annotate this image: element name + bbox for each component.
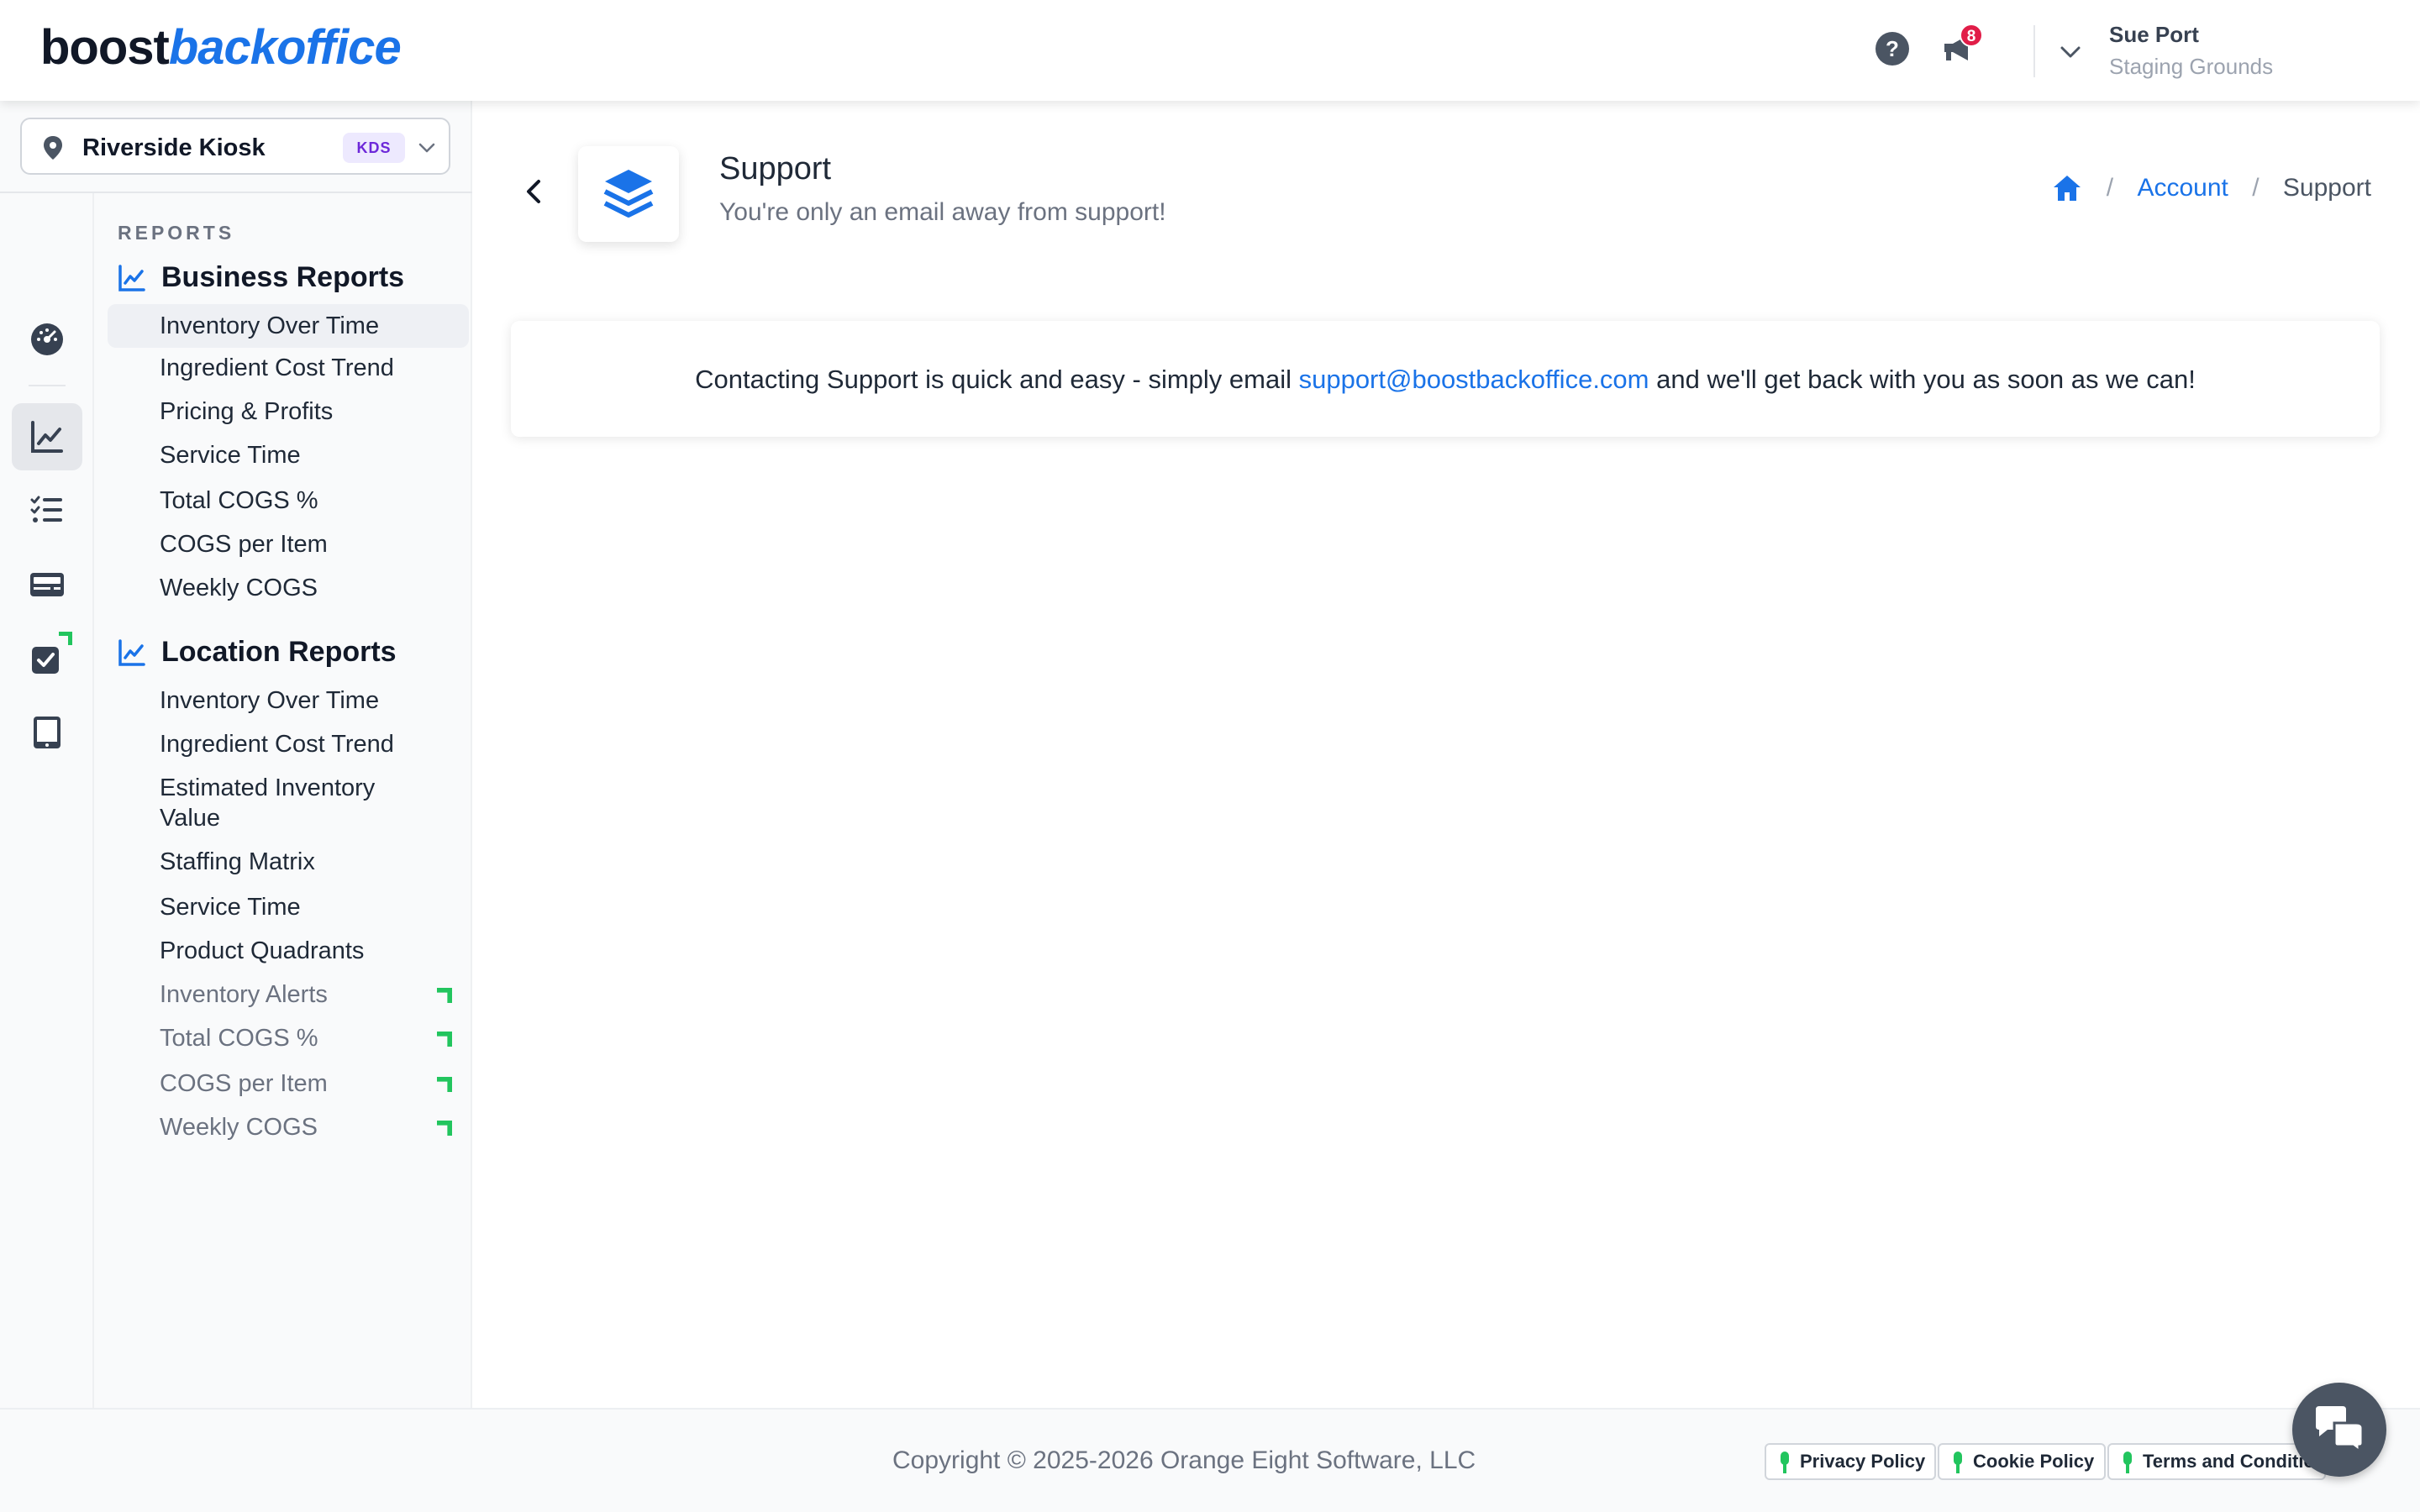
menu-item-estimated-inventory-value[interactable]: Estimated Inventory Value [108, 773, 427, 833]
dashboard-icon [31, 323, 63, 355]
group-title-label: Business Reports [161, 261, 405, 293]
checklist-icon [30, 496, 62, 522]
page-title: Support [719, 151, 832, 186]
rail-divider [29, 385, 66, 386]
layers-icon [603, 170, 654, 218]
copyright-text: Copyright © 2025-2026 Orange Eight Softw… [892, 1446, 1476, 1474]
rail-pos[interactable] [12, 551, 82, 618]
notification-count-badge: 8 [1960, 24, 1983, 47]
menu-item-inventory-alerts[interactable]: Inventory Alerts [108, 979, 469, 1010]
page-subtitle: You're only an email away from support! [719, 198, 1166, 226]
home-icon[interactable] [2052, 174, 2082, 202]
rail-dashboard[interactable] [12, 306, 82, 373]
menu-item-inventory-over-time[interactable]: Inventory Over Time [108, 304, 469, 348]
location-name: Riverside Kiosk [82, 134, 266, 161]
line-chart-icon [118, 265, 145, 291]
support-text-before: Contacting Support is quick and easy - s… [695, 365, 1299, 394]
map-pin-icon [44, 136, 62, 160]
breadcrumb-current: Support [2282, 174, 2371, 202]
support-message: Contacting Support is quick and easy - s… [511, 365, 2380, 395]
menu-item-loc-weekly-cogs[interactable]: Weekly COGS [108, 1112, 469, 1142]
menu-item-service-time[interactable]: Service Time [108, 440, 469, 470]
location-selector[interactable]: Riverside Kiosk KDS [20, 118, 450, 175]
menu-item-label: Inventory Alerts [160, 981, 328, 1008]
icon-rail [0, 193, 94, 1470]
terms-button[interactable]: Terms and Conditions [2107, 1443, 2326, 1480]
menu-item-weekly-cogs[interactable]: Weekly COGS [108, 573, 469, 603]
support-card: Contacting Support is quick and easy - s… [511, 321, 2380, 437]
boost-backoffice-logo[interactable]: boostbackoffice [40, 18, 402, 77]
menu-item-loc-cogs-per-item[interactable]: COGS per Item [108, 1068, 469, 1099]
breadcrumb: / Account / Support [2052, 173, 2371, 207]
breadcrumb-separator: / [2106, 174, 2114, 202]
support-text-after: and we'll get back with you as soon as w… [1649, 365, 2196, 394]
breadcrumb-separator: / [2252, 174, 2260, 202]
line-chart-icon [118, 639, 145, 666]
menu-item-loc-total-cogs[interactable]: Total COGS % [108, 1023, 469, 1053]
new-flag-icon [437, 1077, 452, 1092]
chat-button[interactable] [2292, 1383, 2386, 1477]
menu-item-label: Weekly COGS [160, 1114, 318, 1141]
task-check-icon [32, 647, 59, 674]
cookie-policy-button[interactable]: Cookie Policy [1938, 1443, 2106, 1480]
new-flag-icon [59, 632, 72, 645]
tablet-icon [34, 717, 60, 748]
lock-icon [1954, 1452, 1962, 1473]
chat-bubbles-icon [2316, 1406, 2365, 1453]
menu-item-staffing-matrix[interactable]: Staffing Matrix [108, 847, 469, 877]
policy-label: Cookie Policy [1973, 1451, 2095, 1472]
user-organization: Staging Grounds [2109, 54, 2274, 79]
new-flag-icon [437, 988, 452, 1003]
menu-item-label: COGS per Item [160, 1070, 328, 1097]
breadcrumb-account-link[interactable]: Account [2137, 174, 2228, 202]
sidebar: Riverside Kiosk KDS REPORTS Business Rep… [0, 101, 472, 1470]
policy-label: Privacy Policy [1800, 1451, 1926, 1472]
reports-heading: REPORTS [118, 222, 235, 244]
menu-item-label: Total COGS % [160, 1025, 318, 1052]
pos-terminal-icon [30, 573, 64, 596]
menu-item-ingredient-cost-trend[interactable]: Ingredient Cost Trend [108, 353, 469, 383]
chevron-down-icon[interactable] [2055, 37, 2086, 67]
footer: Copyright © 2025-2026 Orange Eight Softw… [0, 1408, 2420, 1512]
header-divider [2033, 25, 2035, 77]
group-title-label: Location Reports [161, 636, 397, 668]
rail-tablet[interactable] [12, 699, 82, 766]
kds-badge: KDS [343, 133, 405, 163]
lock-icon [2123, 1452, 2132, 1473]
svg-text:?: ? [1886, 36, 1899, 61]
menu-item-loc-ingredient-cost-trend[interactable]: Ingredient Cost Trend [108, 729, 469, 759]
menu-item-cogs-per-item[interactable]: COGS per Item [108, 529, 469, 559]
lock-icon [1781, 1452, 1789, 1473]
reports-chart-icon [31, 421, 63, 453]
menu-item-loc-service-time[interactable]: Service Time [108, 892, 469, 922]
menu-item-total-cogs[interactable]: Total COGS % [108, 486, 469, 516]
menu-item-product-quadrants[interactable]: Product Quadrants [108, 936, 469, 966]
top-bar: boostbackoffice ? 8 Sue Port Staging Gro… [0, 0, 2420, 101]
user-name[interactable]: Sue Port [2109, 22, 2199, 48]
menu-item-loc-inventory-over-time[interactable]: Inventory Over Time [108, 685, 469, 716]
rail-checklists[interactable] [12, 477, 82, 544]
menu-item-pricing-profits[interactable]: Pricing & Profits [108, 396, 469, 427]
new-flag-icon [437, 1121, 452, 1136]
rail-reports[interactable] [12, 403, 82, 470]
chevron-down-icon [418, 143, 435, 153]
support-email-link[interactable]: support@boostbackoffice.com [1299, 365, 1649, 394]
back-arrow-icon[interactable] [518, 175, 551, 208]
privacy-policy-button[interactable]: Privacy Policy [1765, 1443, 1936, 1480]
page-icon-tile [578, 146, 679, 242]
help-icon[interactable]: ? [1874, 30, 1911, 67]
new-flag-icon [437, 1032, 452, 1047]
